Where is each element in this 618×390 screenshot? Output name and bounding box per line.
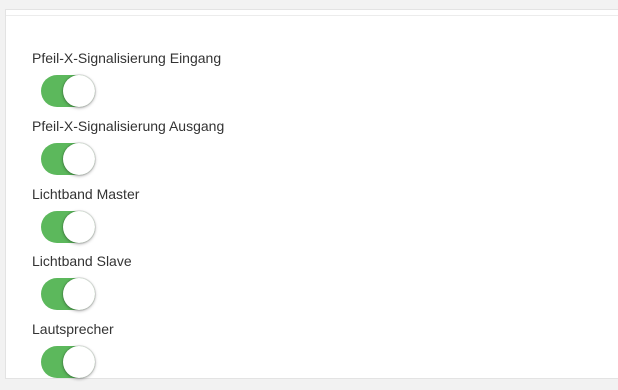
toggle-knob — [63, 75, 95, 107]
setting-lichtband-master: Lichtband Master — [32, 186, 139, 243]
pfeil-x-signalisierung-ausgang-toggle[interactable] — [41, 143, 95, 175]
setting-lichtband-slave: Lichtband Slave — [32, 253, 132, 310]
setting-pfeil-x-signalisierung-ausgang: Pfeil-X-Signalisierung Ausgang — [32, 118, 224, 175]
toggle-knob — [63, 346, 95, 378]
toggle-knob — [63, 278, 95, 310]
setting-label: Pfeil-X-Signalisierung Eingang — [32, 50, 222, 66]
pfeil-x-signalisierung-eingang-toggle[interactable] — [41, 75, 95, 107]
lichtband-slave-toggle[interactable] — [41, 278, 95, 310]
setting-label: Lichtband Slave — [32, 253, 132, 269]
setting-label: Pfeil-X-Signalisierung Ausgang — [32, 118, 225, 134]
setting-label: Lautsprecher — [32, 321, 114, 337]
setting-pfeil-x-signalisierung-eingang: Pfeil-X-Signalisierung Eingang — [32, 50, 221, 107]
panel-divider — [6, 15, 618, 16]
toggle-knob — [63, 143, 95, 175]
setting-lautsprecher: Lautsprecher — [32, 321, 114, 378]
settings-panel: Pfeil-X-Signalisierung Eingang Pfeil-X-S… — [5, 9, 618, 379]
toggle-knob — [63, 211, 95, 243]
lichtband-master-toggle[interactable] — [41, 211, 95, 243]
lautsprecher-toggle[interactable] — [41, 346, 95, 378]
setting-label: Lichtband Master — [32, 186, 140, 202]
